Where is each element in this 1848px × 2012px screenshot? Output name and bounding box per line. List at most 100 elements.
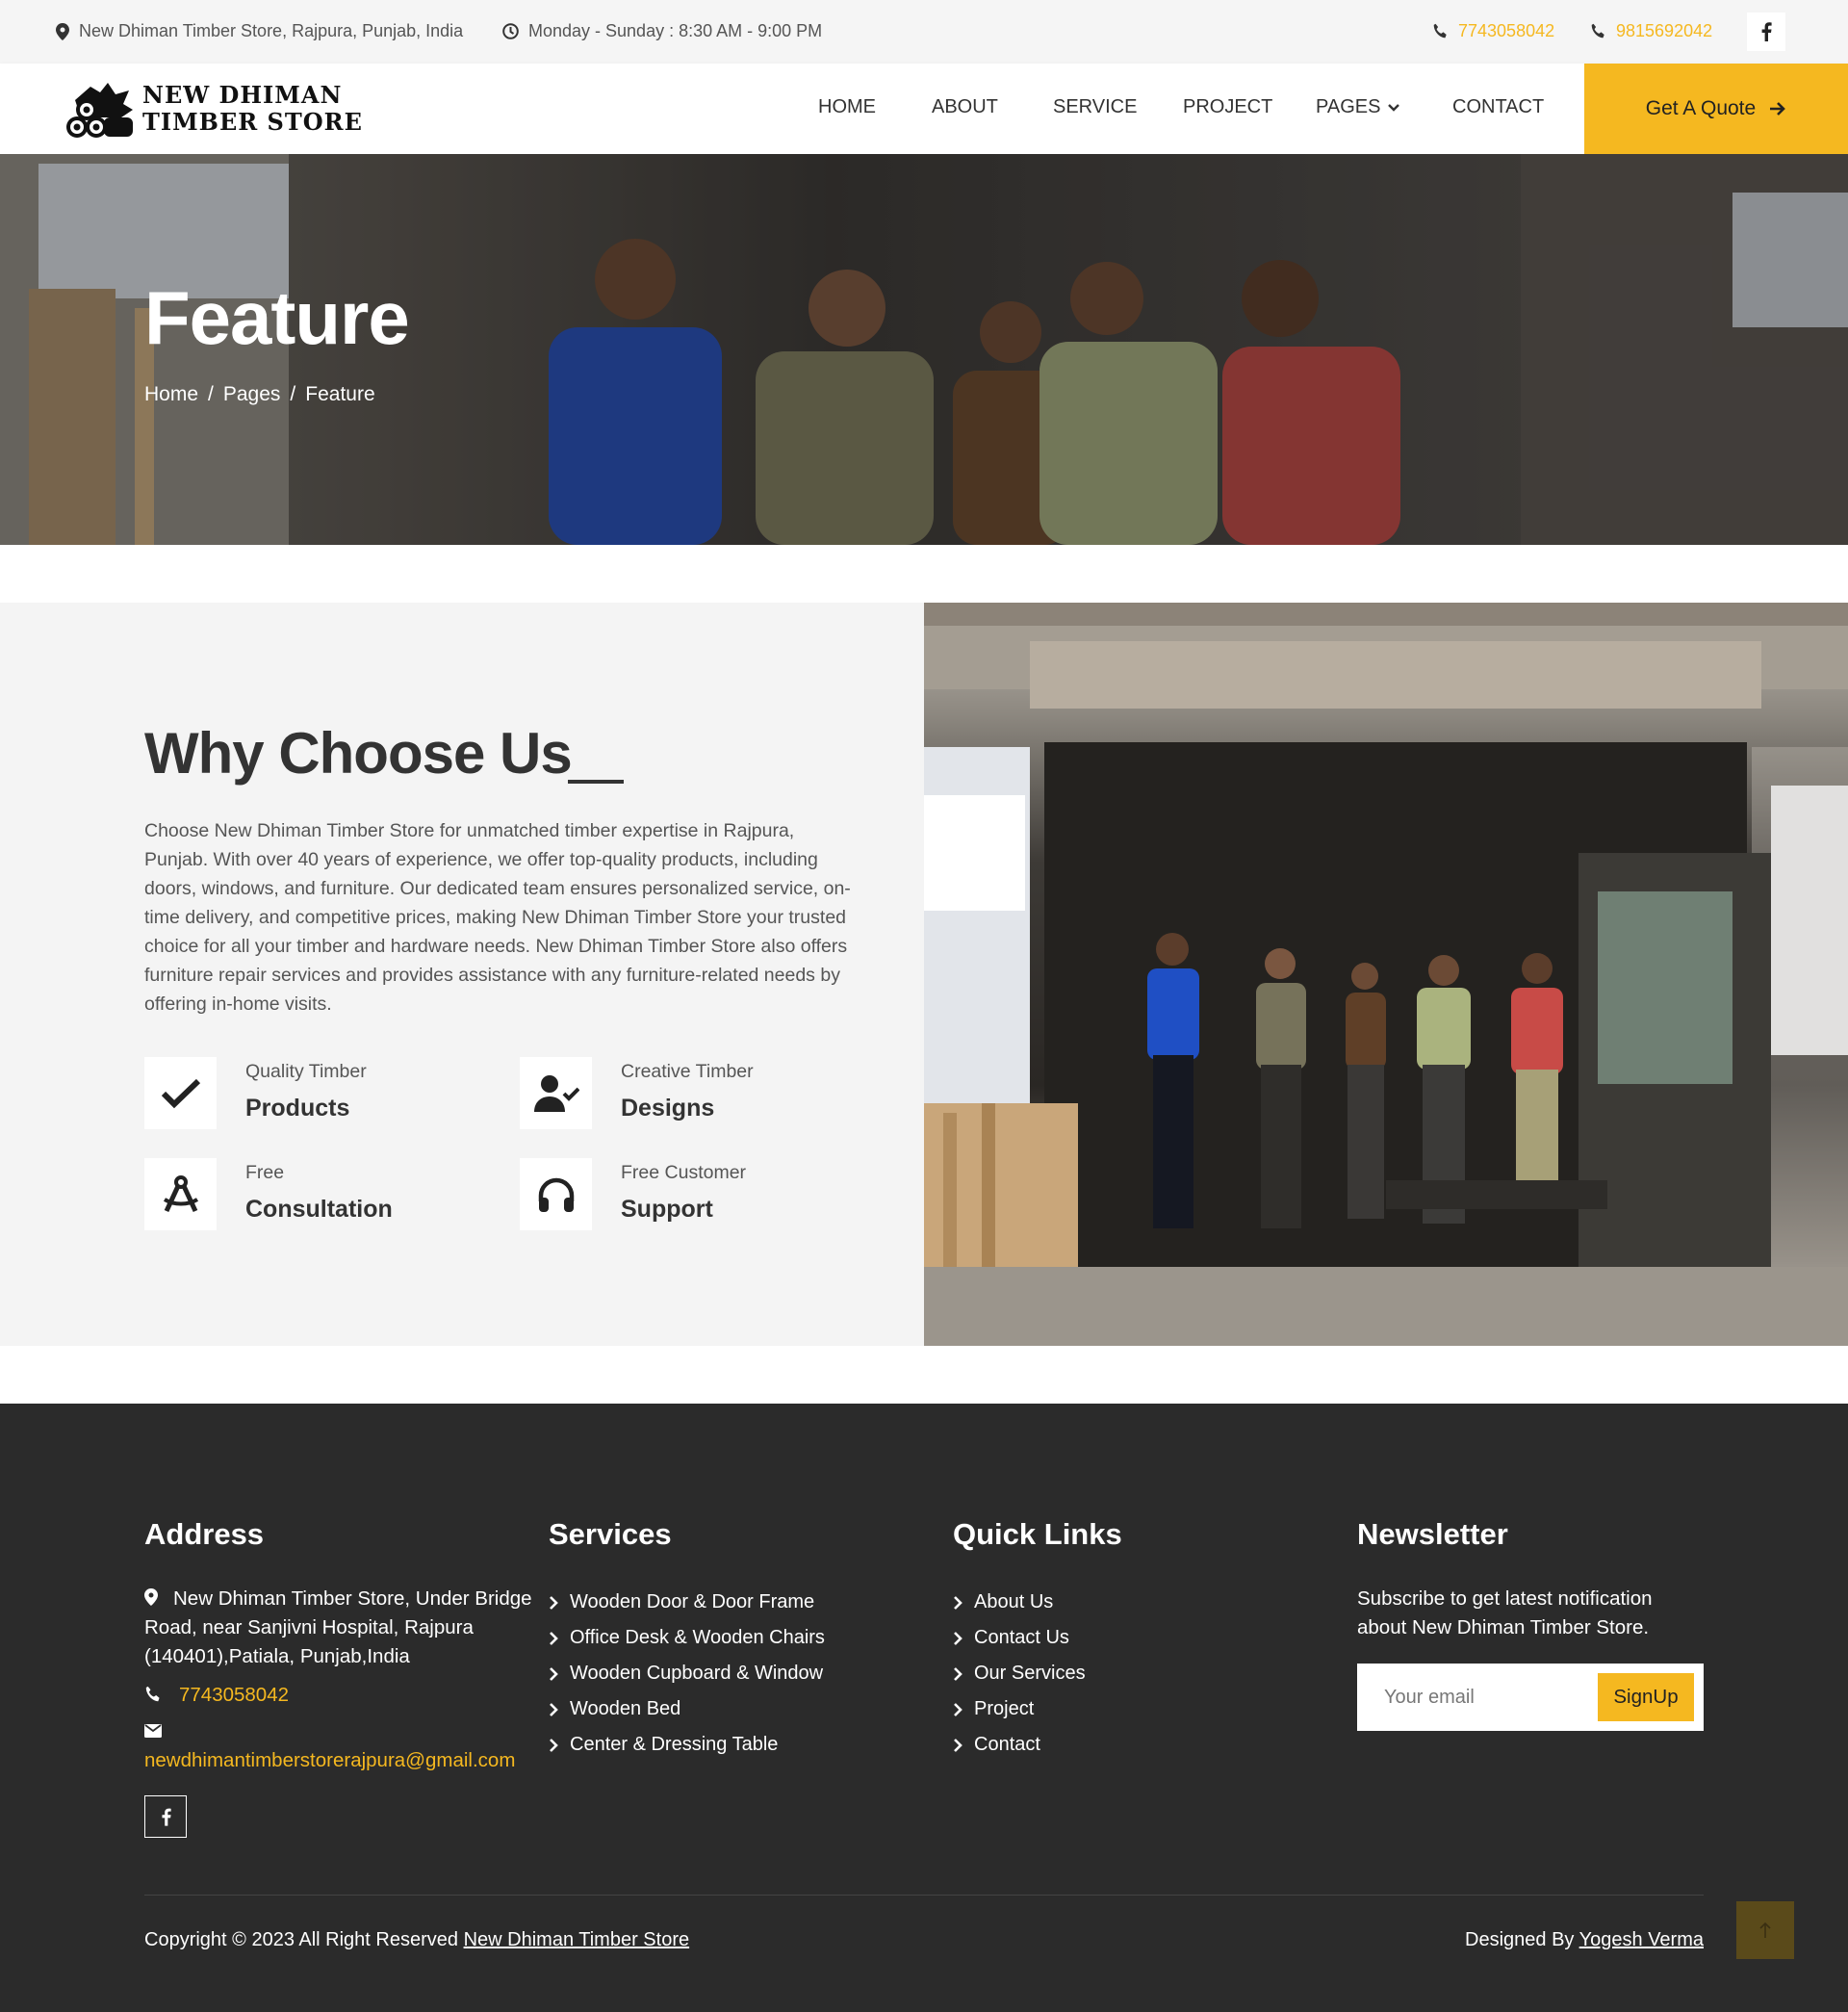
footer-email[interactable]: newdhimantimberstorerajpura@gmail.com — [144, 1717, 549, 1775]
back-to-top-button[interactable] — [1736, 1901, 1794, 1959]
clock-icon — [502, 23, 519, 39]
store-front-illustration — [924, 603, 1848, 1346]
footer-newsletter-column: Newsletter Subscribe to get latest notif… — [1357, 1517, 1704, 1731]
footer-email-text[interactable]: newdhimantimberstorerajpura@gmail.com — [144, 1746, 549, 1775]
facebook-icon — [1761, 22, 1772, 41]
footer-service-link[interactable]: Wooden Door & Door Frame — [549, 1585, 825, 1620]
user-check-icon — [533, 1074, 579, 1112]
feature-subtitle: Free Customer — [621, 1162, 747, 1183]
footer-quick-link[interactable]: About Us — [953, 1585, 1122, 1620]
nav-contact[interactable]: CONTACT — [1452, 96, 1544, 118]
nav-home[interactable]: HOME — [818, 96, 876, 118]
copyright-prefix: Copyright © 2023 All Right Reserved — [144, 1929, 459, 1950]
feature-creative-designs: Creative Timber Designs — [520, 1057, 754, 1129]
footer-quick-link[interactable]: Contact Us — [953, 1620, 1122, 1656]
get-a-quote-button[interactable]: Get A Quote — [1584, 64, 1848, 154]
why-choose-us-text: Choose New Dhiman Timber Store for unmat… — [144, 820, 851, 1015]
feature-subtitle: Creative Timber — [621, 1061, 754, 1082]
topbar-phone-2-text[interactable]: 9815692042 — [1616, 21, 1712, 41]
newsletter-description: Subscribe to get latest notification abo… — [1357, 1587, 1653, 1638]
topbar-facebook-button[interactable] — [1747, 13, 1785, 51]
nav-service[interactable]: SERVICE — [1053, 96, 1137, 118]
copyright-store-link[interactable]: New Dhiman Timber Store — [464, 1929, 690, 1950]
topbar-phone-2[interactable]: 9815692042 — [1590, 21, 1712, 41]
breadcrumb-pages[interactable]: Pages — [223, 383, 281, 406]
nav-project[interactable]: PROJECT — [1183, 96, 1272, 118]
footer-service-label: Office Desk & Wooden Chairs — [570, 1627, 825, 1648]
breadcrumb-current: Feature — [305, 383, 375, 405]
footer-links-column: Quick Links About Us Contact Us Our Serv… — [953, 1517, 1122, 1763]
newsletter-form: SignUp — [1357, 1664, 1704, 1731]
store-team-photo — [924, 603, 1848, 1346]
footer-address-text: New Dhiman Timber Store, Under Bridge Ro… — [144, 1587, 532, 1667]
footer-quick-link[interactable]: Contact — [953, 1727, 1122, 1763]
footer-service-link[interactable]: Office Desk & Wooden Chairs — [549, 1620, 825, 1656]
footer-quick-link-label: About Us — [974, 1591, 1054, 1612]
map-marker-icon — [56, 22, 69, 40]
footer-service-link[interactable]: Center & Dressing Table — [549, 1727, 825, 1763]
main-navbar: NEW DHIMAN TIMBER STORE HOME ABOUT SERVI… — [0, 64, 1848, 154]
topbar-address: New Dhiman Timber Store, Rajpura, Punjab… — [56, 21, 463, 41]
phone-icon — [1433, 23, 1447, 39]
top-bar: New Dhiman Timber Store, Rajpura, Punjab… — [0, 0, 1848, 64]
footer-quick-link-label: Contact Us — [974, 1627, 1069, 1648]
footer-services-list: Wooden Door & Door Frame Office Desk & W… — [549, 1585, 825, 1763]
footer-phone-text[interactable]: 7743058042 — [179, 1684, 289, 1706]
nav-pages-dropdown[interactable]: PAGES — [1316, 96, 1400, 118]
why-choose-us-section: Why Choose Us Choose New Dhiman Timber S… — [0, 603, 924, 1346]
footer-address: New Dhiman Timber Store, Under Bridge Ro… — [144, 1585, 549, 1671]
designer-prefix: Designed By — [1465, 1929, 1575, 1950]
footer-address-title: Address — [144, 1517, 265, 1551]
newsletter-signup-button[interactable]: SignUp — [1598, 1673, 1694, 1721]
footer-quick-link[interactable]: Our Services — [953, 1656, 1122, 1691]
newsletter-email-input[interactable] — [1384, 1683, 1577, 1712]
feature-subtitle: Free — [245, 1162, 285, 1183]
footer-links-title: Quick Links — [953, 1517, 1122, 1551]
designer-credit: Designed By Yogesh Verma — [1465, 1929, 1704, 1951]
feature-icon-box — [144, 1057, 217, 1129]
footer-phone[interactable]: 7743058042 — [144, 1681, 549, 1710]
footer-quick-link-label: Our Services — [974, 1663, 1086, 1684]
topbar-hours-text: Monday - Sunday : 8:30 AM - 9:00 PM — [528, 21, 823, 40]
check-icon — [161, 1078, 200, 1108]
feature-title: Consultation — [245, 1196, 393, 1223]
feature-quality-products: Quality Timber Products — [144, 1057, 367, 1129]
feature-title: Products — [245, 1095, 350, 1122]
nav-pages-label: PAGES — [1316, 96, 1381, 117]
feature-free-consultation: Free Consultation — [144, 1158, 393, 1230]
breadcrumb-separator: / — [208, 383, 214, 405]
site-logo[interactable]: NEW DHIMAN TIMBER STORE — [62, 79, 363, 139]
topbar-hours: Monday - Sunday : 8:30 AM - 9:00 PM — [502, 21, 822, 41]
get-a-quote-label: Get A Quote — [1645, 97, 1757, 119]
nav-about[interactable]: ABOUT — [932, 96, 998, 118]
footer-facebook-button[interactable] — [144, 1795, 187, 1838]
designer-link[interactable]: Yogesh Verma — [1579, 1929, 1704, 1950]
chevron-right-icon — [954, 1738, 962, 1752]
topbar-phone-1-text[interactable]: 7743058042 — [1458, 21, 1554, 41]
footer-services-title: Services — [549, 1517, 672, 1551]
footer-quick-link-label: Project — [974, 1698, 1035, 1719]
footer-quick-link[interactable]: Project — [953, 1691, 1122, 1727]
breadcrumb-separator: / — [290, 383, 296, 405]
footer-service-link[interactable]: Wooden Cupboard & Window — [549, 1656, 825, 1691]
facebook-icon — [161, 1808, 171, 1826]
footer-divider — [144, 1895, 1704, 1896]
footer-quick-links-list: About Us Contact Us Our Services Project… — [953, 1585, 1122, 1763]
footer-quick-link-label: Contact — [974, 1734, 1040, 1755]
footer-service-label: Wooden Cupboard & Window — [570, 1663, 824, 1684]
breadcrumb-home[interactable]: Home — [144, 383, 198, 406]
footer-address-column: Address New Dhiman Timber Store, Under B… — [144, 1517, 549, 1775]
footer-service-link[interactable]: Wooden Bed — [549, 1691, 825, 1727]
envelope-icon — [144, 1724, 162, 1738]
feature-icon-box — [520, 1057, 592, 1129]
feature-icon-box — [520, 1158, 592, 1230]
feature-title: Support — [621, 1196, 713, 1223]
feature-title: Designs — [621, 1095, 715, 1122]
topbar-phone-1[interactable]: 7743058042 — [1432, 21, 1554, 41]
chevron-right-icon — [954, 1631, 962, 1645]
chevron-right-icon — [954, 1595, 962, 1610]
feature-subtitle: Quality Timber — [245, 1061, 367, 1082]
chevron-right-icon — [550, 1738, 558, 1752]
feature-free-support: Free Customer Support — [520, 1158, 746, 1230]
compass-drafting-icon — [163, 1174, 198, 1212]
